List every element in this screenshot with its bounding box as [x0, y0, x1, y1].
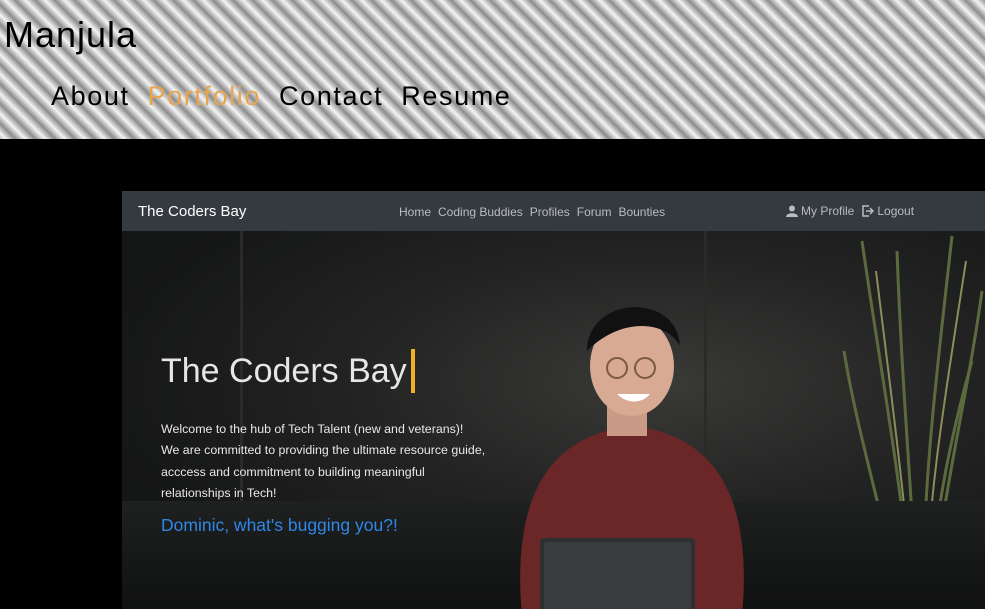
hero-title-text: The Coders Bay — [161, 351, 407, 390]
hero-line: acccess and commitment to building meani… — [161, 464, 425, 479]
logout-icon — [862, 205, 875, 217]
person-with-laptop-image — [520, 307, 744, 609]
coders-bay-brand[interactable]: The Coders Bay — [138, 203, 246, 220]
typing-cursor — [410, 349, 415, 393]
link-bounties[interactable]: Bounties — [618, 205, 665, 219]
site-header: Manjula About Portfolio Contact Resume — [0, 0, 985, 139]
nav-about[interactable]: About — [51, 81, 130, 112]
hero-line: Welcome to the hub of Tech Talent (new a… — [161, 422, 464, 436]
hero-description: Welcome to the hub of Tech Talent (new a… — [161, 419, 511, 504]
user-icon — [786, 205, 798, 217]
link-home[interactable]: Home — [399, 205, 431, 219]
link-forum[interactable]: Forum — [577, 205, 612, 219]
my-profile-link[interactable]: My Profile — [786, 204, 854, 218]
nav-portfolio[interactable]: Portfolio — [148, 81, 261, 112]
hero-background: The Coders Bay Welcome to the hub of Tec… — [122, 231, 985, 609]
hero-cta-link[interactable]: Dominic, what's bugging you?! — [161, 515, 398, 536]
site-brand: Manjula — [4, 14, 138, 55]
hero-line: relationships in Tech! — [161, 485, 277, 500]
account-links: My Profile Logout — [786, 204, 914, 218]
hero-line: We are committed to providing the ultima… — [161, 443, 486, 458]
hero-title: The Coders Bay — [161, 349, 415, 393]
link-coding-buddies[interactable]: Coding Buddies — [438, 205, 523, 219]
logout-label: Logout — [877, 204, 915, 218]
project-screenshot[interactable]: The Coders Bay Home Coding Buddies Profi… — [122, 191, 985, 609]
logout-link[interactable]: Logout — [862, 204, 914, 218]
my-profile-label: My Profile — [801, 204, 855, 218]
coders-bay-links: Home Coding Buddies Profiles Forum Bount… — [399, 205, 665, 219]
nav-contact[interactable]: Contact — [279, 81, 383, 112]
site-nav: About Portfolio Contact Resume — [51, 81, 511, 112]
nav-resume[interactable]: Resume — [401, 81, 511, 112]
link-profiles[interactable]: Profiles — [530, 205, 570, 219]
coders-bay-navbar: The Coders Bay Home Coding Buddies Profi… — [122, 191, 985, 231]
